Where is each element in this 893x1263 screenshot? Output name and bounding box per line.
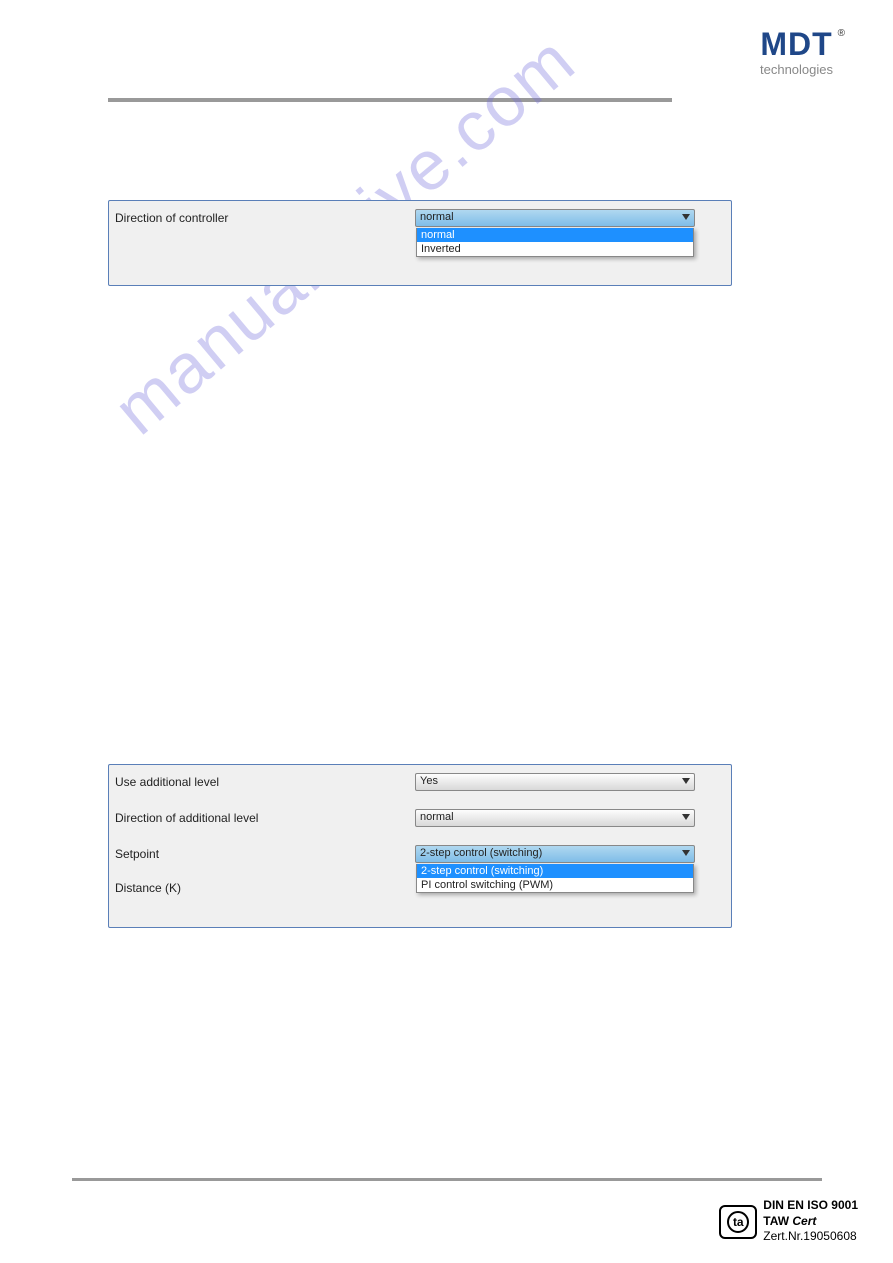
dropdown-option-2step[interactable]: 2-step control (switching) [417,864,693,878]
direction-additional-level-row: Direction of additional level normal [109,791,731,827]
setpoint-label: Setpoint [115,847,415,861]
select-value: normal [420,211,454,223]
cert-badge-icon: ta [719,1205,757,1239]
setpoint-row: Setpoint 2-step control (switching) 2-st… [109,827,731,863]
controller-direction-row: Direction of controller normal normal In… [109,201,731,227]
controller-direction-panel: Direction of controller normal normal In… [108,200,732,286]
setpoint-select[interactable]: 2-step control (switching) 2-step contro… [415,845,695,863]
registered-mark: ® [838,28,845,39]
chevron-down-icon [682,778,690,784]
cert-number-line: Zert.Nr.19050608 [763,1229,858,1245]
header-divider [108,98,672,102]
dropdown-option-pi[interactable]: PI control switching (PWM) [417,878,693,892]
chevron-down-icon [682,814,690,820]
direction-additional-level-label: Direction of additional level [115,811,415,825]
select-value: normal [420,811,454,823]
use-additional-level-select[interactable]: Yes [415,773,695,791]
footer-certification: ta DIN EN ISO 9001 TAW Cert Zert.Nr.1905… [719,1198,858,1245]
cert-badge-inner: ta [727,1211,749,1233]
controller-direction-select[interactable]: normal normal Inverted [415,209,695,227]
logo-main-text: MDT [760,28,833,60]
select-value: 2-step control (switching) [420,847,542,859]
cert-taw-line: TAW Cert [763,1214,858,1230]
chevron-down-icon [682,850,690,856]
distance-label: Distance (K) [115,881,415,895]
brand-logo: MDT technologies ® [760,28,833,77]
additional-level-panel: Use additional level Yes Direction of ad… [108,764,732,928]
cert-text-block: DIN EN ISO 9001 TAW Cert Zert.Nr.1905060… [763,1198,858,1245]
dropdown-option-inverted[interactable]: Inverted [417,242,693,256]
logo-sub-text: technologies [760,62,833,77]
cert-iso-line: DIN EN ISO 9001 [763,1198,858,1214]
select-value: Yes [420,775,438,787]
controller-direction-dropdown: normal Inverted [416,228,694,257]
use-additional-level-row: Use additional level Yes [109,765,731,791]
cert-taw-text: TAW [763,1214,792,1228]
use-additional-level-label: Use additional level [115,775,415,789]
controller-direction-label: Direction of controller [115,211,415,225]
direction-additional-level-select[interactable]: normal [415,809,695,827]
cert-cert-text: Cert [792,1214,816,1228]
chevron-down-icon [682,214,690,220]
setpoint-dropdown: 2-step control (switching) PI control sw… [416,864,694,893]
dropdown-option-normal[interactable]: normal [417,228,693,242]
footer-divider [72,1178,822,1181]
